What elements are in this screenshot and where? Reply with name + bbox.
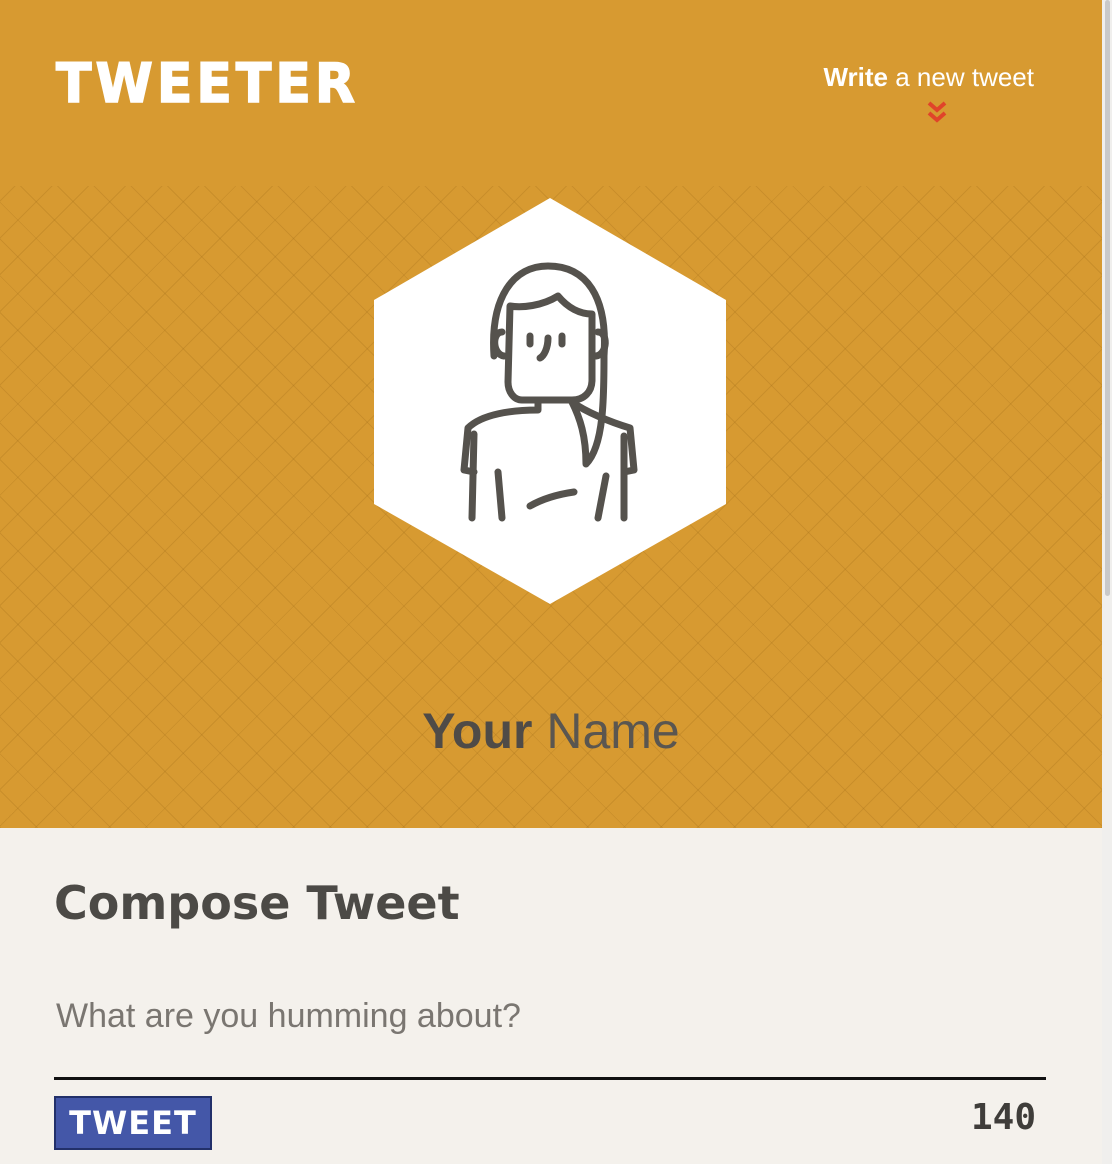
character-counter: 140	[970, 1097, 1036, 1138]
compose-section: Compose Tweet TWEET 140	[0, 828, 1102, 1164]
avatar	[374, 198, 726, 604]
double-chevron-down-icon[interactable]	[926, 100, 948, 126]
scrollbar-thumb[interactable]	[1105, 0, 1110, 596]
user-first-name: Your	[422, 703, 533, 759]
scrollbar[interactable]	[1102, 0, 1112, 1164]
compose-title: Compose Tweet	[54, 876, 460, 930]
profile-header: TWEETER Write a new tweet Your Name	[0, 0, 1102, 828]
user-name: Your Name	[0, 706, 1102, 756]
tweeter-page: TWEETER Write a new tweet Your Name Comp…	[0, 0, 1112, 1164]
tweet-input[interactable]	[54, 992, 1046, 1080]
write-link-strong: Write	[823, 62, 889, 92]
write-link-rest: a new tweet	[888, 62, 1034, 92]
write-new-tweet-link[interactable]: Write a new tweet	[823, 62, 1034, 92]
app-logo[interactable]: TWEETER	[55, 56, 359, 112]
user-last-name: Name	[546, 703, 680, 759]
tweet-button[interactable]: TWEET	[54, 1096, 212, 1150]
